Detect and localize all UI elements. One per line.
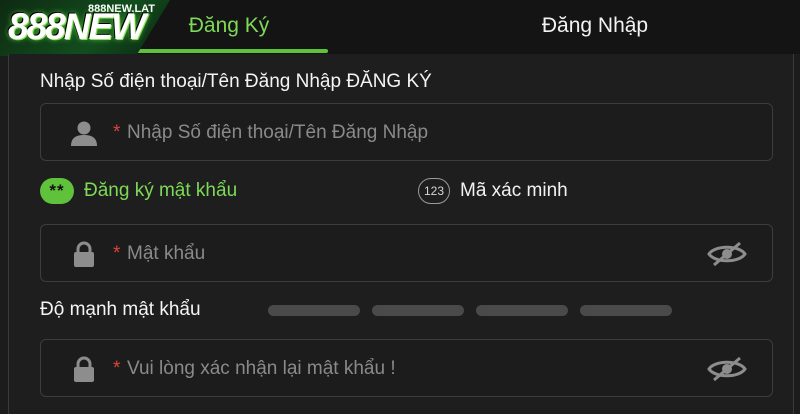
code-badge: 123 xyxy=(418,178,450,204)
option-code-label: Mã xác minh xyxy=(460,180,568,201)
active-tab-indicator xyxy=(130,49,328,53)
section-title: Nhập Số điện thoại/Tên Đăng Nhập ĐĂNG KÝ xyxy=(40,71,432,92)
option-verification-code[interactable]: 123 Mã xác minh xyxy=(418,178,568,204)
password-field[interactable]: * xyxy=(40,224,773,283)
eye-off-icon[interactable] xyxy=(706,241,748,267)
username-input[interactable] xyxy=(125,104,689,162)
required-mark: * xyxy=(113,122,121,143)
required-mark: * xyxy=(113,358,121,379)
strength-bar-segment xyxy=(268,305,360,316)
logo-wordmark: 888NEW xyxy=(8,6,146,47)
lock-icon xyxy=(74,241,94,267)
strength-bar-segment xyxy=(580,305,672,316)
eye-off-icon[interactable] xyxy=(706,356,748,382)
confirm-password-input[interactable] xyxy=(125,340,689,398)
password-strength-label: Độ mạnh mật khẩu xyxy=(40,299,201,320)
confirm-password-field[interactable]: * xyxy=(40,339,773,398)
tab-login[interactable]: Đăng Nhập xyxy=(470,0,720,52)
password-badge: ** xyxy=(40,178,74,204)
option-password-label: Đăng ký mật khẩu xyxy=(84,180,238,201)
password-input[interactable] xyxy=(125,225,689,283)
strength-bar-segment xyxy=(476,305,568,316)
username-field[interactable]: * xyxy=(40,103,773,162)
strength-bar-segment xyxy=(372,305,464,316)
required-mark: * xyxy=(113,243,121,264)
option-register-password[interactable]: ** Đăng ký mật khẩu xyxy=(40,178,237,204)
lock-icon xyxy=(74,356,94,382)
user-icon xyxy=(71,121,97,146)
